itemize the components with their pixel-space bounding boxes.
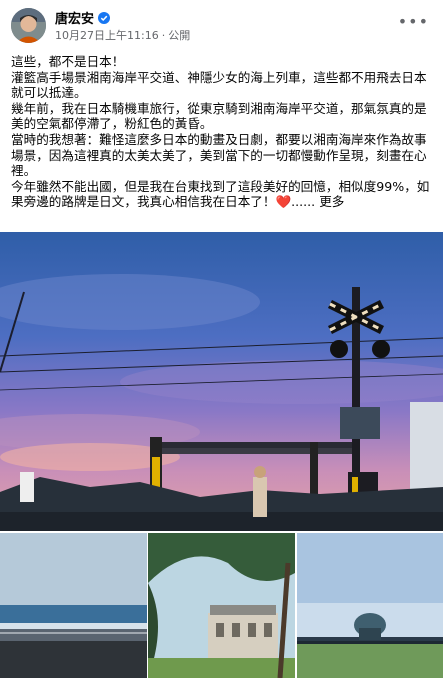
post-line: 當時的我想著：難怪這麼多日本的動畫及日劇，都要以湘南海岸來作為故事場景，因為這裡… — [11, 131, 427, 179]
post-photo-sea[interactable] — [0, 533, 147, 678]
author-name[interactable]: 唐宏安 — [55, 8, 111, 27]
post-photo-station[interactable] — [297, 533, 443, 678]
author-name-text[interactable]: 唐宏安 — [55, 8, 94, 27]
verified-badge-icon — [98, 11, 111, 24]
meta-separator: · — [161, 28, 166, 42]
more-options-icon[interactable]: ••• — [398, 12, 429, 31]
post-line: 這些，都不是日本！ — [11, 54, 125, 69]
post-timestamp[interactable]: 10月27日上午11:16 — [55, 27, 159, 43]
post-header: 唐宏安 10月27日上午11:16 · 公開 ••• — [0, 0, 443, 50]
see-more-link[interactable]: 更多 — [319, 194, 344, 209]
privacy-label: 公開 — [168, 29, 191, 42]
post-last-line: 今年雖然不能出國，但是我在台東找到了這段美好的回憶，相似度99%，如果旁邊的路牌… — [11, 179, 436, 210]
post-photo-main[interactable] — [0, 232, 443, 531]
post-body: 這些，都不是日本！ 灌籃高手場景湘南海岸平交道、神隱少女的海上列車，這些都不用飛… — [11, 54, 436, 210]
post-photo-building[interactable] — [148, 533, 295, 678]
post-meta: 10月27日上午11:16 · 公開 — [55, 27, 190, 43]
post-ellipsis: ...... — [291, 194, 316, 210]
avatar[interactable] — [11, 8, 46, 43]
post-line: 幾年前，我在日本騎機車旅行，從東京騎到湘南海岸平交道，那氣氛真的是美的空氣都停滯… — [11, 100, 427, 132]
post-line: 灌籃高手場景湘南海岸平交道、神隱少女的海上列車，這些都不用飛去日本就可以抵達。 — [11, 69, 427, 101]
heart-emoji: ❤️ — [275, 194, 292, 210]
post-line-text: 今年雖然不能出國，但是我在台東找到了這段美好的回憶，相似度99%，如果旁邊的路牌… — [11, 178, 430, 210]
